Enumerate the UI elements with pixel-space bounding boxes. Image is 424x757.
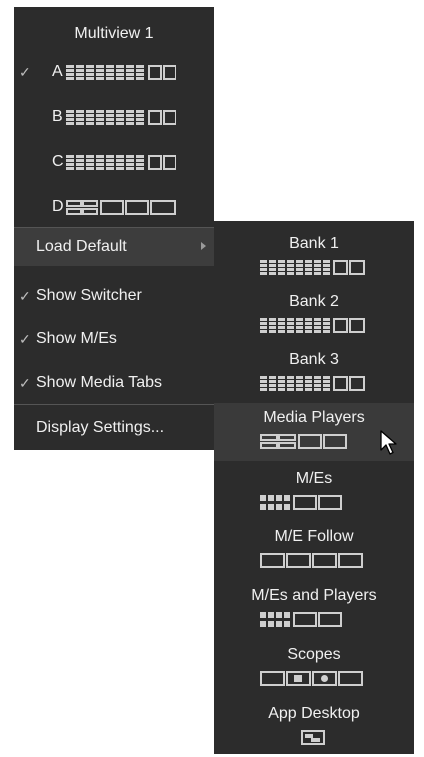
check-icon: ✓ [19,288,31,304]
display-settings-label: Display Settings... [36,419,165,436]
load-default-label: Load Default [36,238,127,255]
load-default-item[interactable]: Load Default [14,228,214,266]
menu-separator [14,404,214,405]
media-players-layout-icon [260,434,347,449]
multiview-option-d[interactable]: D [14,194,214,220]
multiview-layout-icon [66,65,176,80]
show-switcher-label: Show Switcher [36,287,142,304]
submenu-item-label: M/E Follow [274,528,354,545]
show-switcher-item[interactable]: ✓ Show Switcher [14,277,214,315]
submenu-item-app-desktop[interactable]: App Desktop [214,699,414,757]
multiview-letter: B [52,108,63,125]
me-follow-layout-icon [260,553,363,568]
show-media-tabs-item[interactable]: ✓ Show Media Tabs [14,364,214,402]
display-settings-item[interactable]: Display Settings... [14,409,214,447]
submenu-item-bank-3[interactable]: Bank 3 [214,345,414,403]
submenu-item-label: Bank 1 [289,235,339,252]
submenu-item-bank-2[interactable]: Bank 2 [214,287,414,345]
submenu-item-bank-1[interactable]: Bank 1 [214,229,414,287]
mes-layout-icon [260,495,342,510]
check-icon: ✓ [19,375,31,391]
mouse-cursor-icon [380,430,397,455]
submenu-item-me-follow[interactable]: M/E Follow [214,522,414,580]
submenu-item-mes-and-players[interactable]: M/Es and Players [214,581,414,639]
multiview-layout-icon [66,110,176,125]
bank-layout-icon [260,376,365,391]
check-icon: ✓ [19,331,31,347]
mes-and-players-layout-icon [260,612,342,627]
multiview-option-c[interactable]: C [14,149,214,175]
multiview-letter: D [52,198,64,215]
submenu-item-label: Media Players [263,409,365,426]
multiview-letter: C [52,153,64,170]
quad-split-layout-icon [66,200,176,215]
app-desktop-layout-icon [301,730,325,745]
submenu-item-mes[interactable]: M/Es [214,464,414,522]
submenu-item-label: Scopes [287,646,341,663]
multiview-option-a[interactable]: ✓ A [14,59,214,85]
submenu-arrow-icon [201,242,206,250]
multiview-layout-icon [66,155,176,170]
multiview-option-b[interactable]: B [14,104,214,130]
submenu-item-label: Bank 2 [289,293,339,310]
submenu-item-label: M/Es [295,470,333,487]
show-mes-label: Show M/Es [36,330,117,347]
menu-title: Multiview 1 [74,25,154,42]
submenu-item-label: M/Es and Players [251,587,377,604]
show-mes-item[interactable]: ✓ Show M/Es [14,320,214,358]
multiview-letter: A [52,63,63,80]
check-icon: ✓ [19,64,31,80]
multiview-context-menu: Multiview 1 ✓ A B C D Load Default ✓ Sho… [14,7,214,450]
scopes-layout-icon [260,671,363,686]
submenu-item-label: Bank 3 [289,351,339,368]
bank-layout-icon [260,318,365,333]
show-media-tabs-label: Show Media Tabs [36,374,162,391]
submenu-item-scopes[interactable]: Scopes [214,640,414,698]
bank-layout-icon [260,260,365,275]
load-default-submenu: Bank 1 Bank 2 Bank 3 Media Players M/Es … [214,221,414,754]
submenu-item-label: App Desktop [268,705,360,722]
